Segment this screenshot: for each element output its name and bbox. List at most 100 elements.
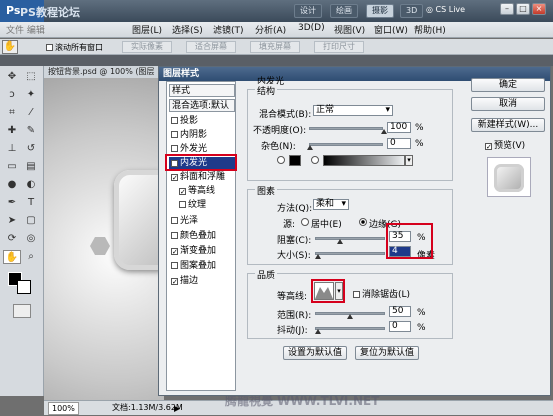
style-item-bevel-emboss[interactable]: ✓ 斜面和浮雕	[169, 171, 235, 184]
checkbox-checked-icon[interactable]: ✓	[171, 174, 178, 182]
dodge-tool-icon[interactable]: ◐	[22, 178, 40, 192]
style-item-contour[interactable]: ✓ 等高线	[177, 185, 235, 198]
new-style-button[interactable]: 新建样式(W)...	[471, 118, 545, 132]
scroll-all-windows-checkbox[interactable]: 滚动所有窗口	[46, 42, 103, 53]
healing-brush-icon[interactable]: ✚	[3, 124, 21, 138]
status-arrow-icon[interactable]: ▶	[174, 402, 180, 416]
close-button[interactable]: ×	[532, 3, 546, 15]
type-tool-icon[interactable]: T	[22, 196, 40, 210]
checkbox-icon[interactable]	[171, 262, 178, 269]
marquee-tool-icon[interactable]: ⬚	[22, 70, 40, 84]
path-select-icon[interactable]: ➤	[3, 214, 21, 228]
jitter-slider[interactable]	[315, 327, 385, 330]
color-radio[interactable]	[277, 156, 285, 164]
menu-select[interactable]: 选择(S)	[172, 23, 203, 36]
workspace-design-button[interactable]: 设计	[294, 4, 322, 18]
style-item-gradient-overlay[interactable]: ✓ 渐变叠加	[169, 245, 235, 258]
history-brush-icon[interactable]: ↺	[22, 142, 40, 156]
blend-options-item[interactable]: 混合选项:默认	[169, 99, 235, 112]
menu-window[interactable]: 窗口(W)	[374, 23, 408, 36]
brush-tool-icon[interactable]: ✎	[22, 124, 40, 138]
method-select[interactable]: 柔和 ▾	[313, 199, 349, 210]
opacity-input[interactable]: 100	[387, 122, 411, 133]
choke-slider[interactable]	[315, 237, 385, 240]
checkbox-icon[interactable]	[171, 131, 178, 138]
checkbox-icon[interactable]	[171, 145, 178, 152]
noise-slider-thumb[interactable]	[307, 145, 313, 150]
fill-screen-button[interactable]: 填充屏幕	[250, 41, 300, 53]
reset-default-button[interactable]: 复位为默认值	[355, 346, 419, 360]
noise-slider[interactable]	[309, 143, 383, 146]
checkbox-icon[interactable]	[171, 232, 178, 239]
pen-tool-icon[interactable]: ✒	[3, 196, 21, 210]
menu-filter[interactable]: 滤镜(T)	[213, 23, 244, 36]
noise-input[interactable]: 0	[387, 138, 411, 149]
style-item-color-overlay[interactable]: 颜色叠加	[169, 230, 235, 243]
checkbox-checked-icon[interactable]: ✓	[171, 248, 178, 256]
maximize-button[interactable]: □	[516, 3, 530, 15]
eyedropper-icon[interactable]: ⁄	[22, 106, 40, 120]
actual-pixels-button[interactable]: 实际像素	[122, 41, 172, 53]
fit-screen-button[interactable]: 适合屏幕	[186, 41, 236, 53]
magic-wand-icon[interactable]: ✦	[22, 88, 40, 102]
antialias-checkbox[interactable]: 消除锯齿(L)	[353, 287, 410, 300]
workspace-photo-button[interactable]: 摄影	[366, 4, 394, 18]
blur-tool-icon[interactable]: ●	[3, 178, 21, 192]
stamp-tool-icon[interactable]: ⊥	[3, 142, 21, 156]
style-item-pattern-overlay[interactable]: 图案叠加	[169, 260, 235, 273]
checkbox-checked-icon[interactable]: ✓	[179, 188, 186, 196]
menu-view[interactable]: 视图(V)	[334, 23, 365, 36]
document-canvas[interactable]	[44, 78, 174, 400]
glow-gradient-picker[interactable]	[323, 155, 405, 166]
eraser-tool-icon[interactable]: ▭	[3, 160, 21, 174]
preview-checkbox[interactable]: ✓ 预览(V)	[485, 138, 525, 151]
size-slider-thumb[interactable]	[315, 254, 321, 259]
document-tab[interactable]: 按钮背景.psd @ 100% (图层	[44, 66, 164, 78]
style-item-satin[interactable]: 光泽	[169, 215, 235, 228]
crop-tool-icon[interactable]: ⌗	[3, 106, 21, 120]
workspace-3d-button[interactable]: 3D	[400, 4, 424, 18]
lasso-tool-icon[interactable]: ↄ	[3, 88, 21, 102]
shape-tool-icon[interactable]: ▢	[22, 214, 40, 228]
menu-layer[interactable]: 图层(L)	[132, 23, 162, 36]
size-slider[interactable]	[315, 252, 385, 255]
gradient-tool-icon[interactable]: ▤	[22, 160, 40, 174]
gradient-radio[interactable]	[311, 156, 319, 164]
quick-mask-icon[interactable]	[13, 304, 31, 318]
3d-camera-icon[interactable]: ◎	[22, 232, 40, 246]
checkbox-icon[interactable]	[171, 117, 178, 124]
ok-button[interactable]: 确定	[471, 78, 545, 92]
source-center-radio[interactable]	[301, 218, 309, 226]
hand-tool-icon-active[interactable]: ✋	[3, 250, 21, 264]
zoom-tool-icon[interactable]: ⌕	[22, 250, 40, 264]
glow-color-swatch[interactable]	[289, 155, 301, 166]
cslive-button[interactable]: ◎ CS Live	[426, 5, 465, 14]
zoom-level[interactable]: 100%	[48, 402, 79, 415]
print-size-button[interactable]: 打印尺寸	[314, 41, 364, 53]
checkbox-checked-icon[interactable]: ✓	[171, 278, 178, 286]
workspace-paint-button[interactable]: 绘画	[330, 4, 358, 18]
menu-analysis[interactable]: 分析(A)	[255, 23, 286, 36]
styles-header[interactable]: 样式	[169, 84, 235, 97]
menu-help[interactable]: 帮助(H)	[414, 23, 446, 36]
jitter-input[interactable]: 0	[389, 321, 411, 332]
style-item-stroke[interactable]: ✓ 描边	[169, 275, 235, 288]
hand-tool-icon[interactable]: ✋	[2, 40, 18, 54]
chevron-down-icon[interactable]: ▾	[405, 155, 413, 166]
jitter-slider-thumb[interactable]	[315, 329, 321, 334]
checkbox-icon[interactable]	[179, 201, 186, 208]
style-item-inner-shadow[interactable]: 内阴影	[169, 129, 235, 142]
blend-mode-select[interactable]: 正常 ▾	[313, 105, 393, 116]
cancel-button[interactable]: 取消	[471, 97, 545, 111]
style-item-texture[interactable]: 纹理	[177, 199, 235, 212]
minimize-button[interactable]: –	[500, 3, 514, 15]
menu-3d[interactable]: 3D(D)	[298, 23, 325, 33]
3d-rotate-icon[interactable]: ⟳	[3, 232, 21, 246]
background-color-swatch[interactable]	[17, 280, 31, 294]
range-slider-thumb[interactable]	[347, 314, 353, 319]
source-edge-radio[interactable]	[359, 218, 367, 226]
choke-slider-thumb[interactable]	[337, 239, 343, 244]
range-input[interactable]: 50	[389, 306, 411, 317]
checkbox-icon[interactable]	[171, 217, 178, 224]
set-default-button[interactable]: 设置为默认值	[283, 346, 347, 360]
